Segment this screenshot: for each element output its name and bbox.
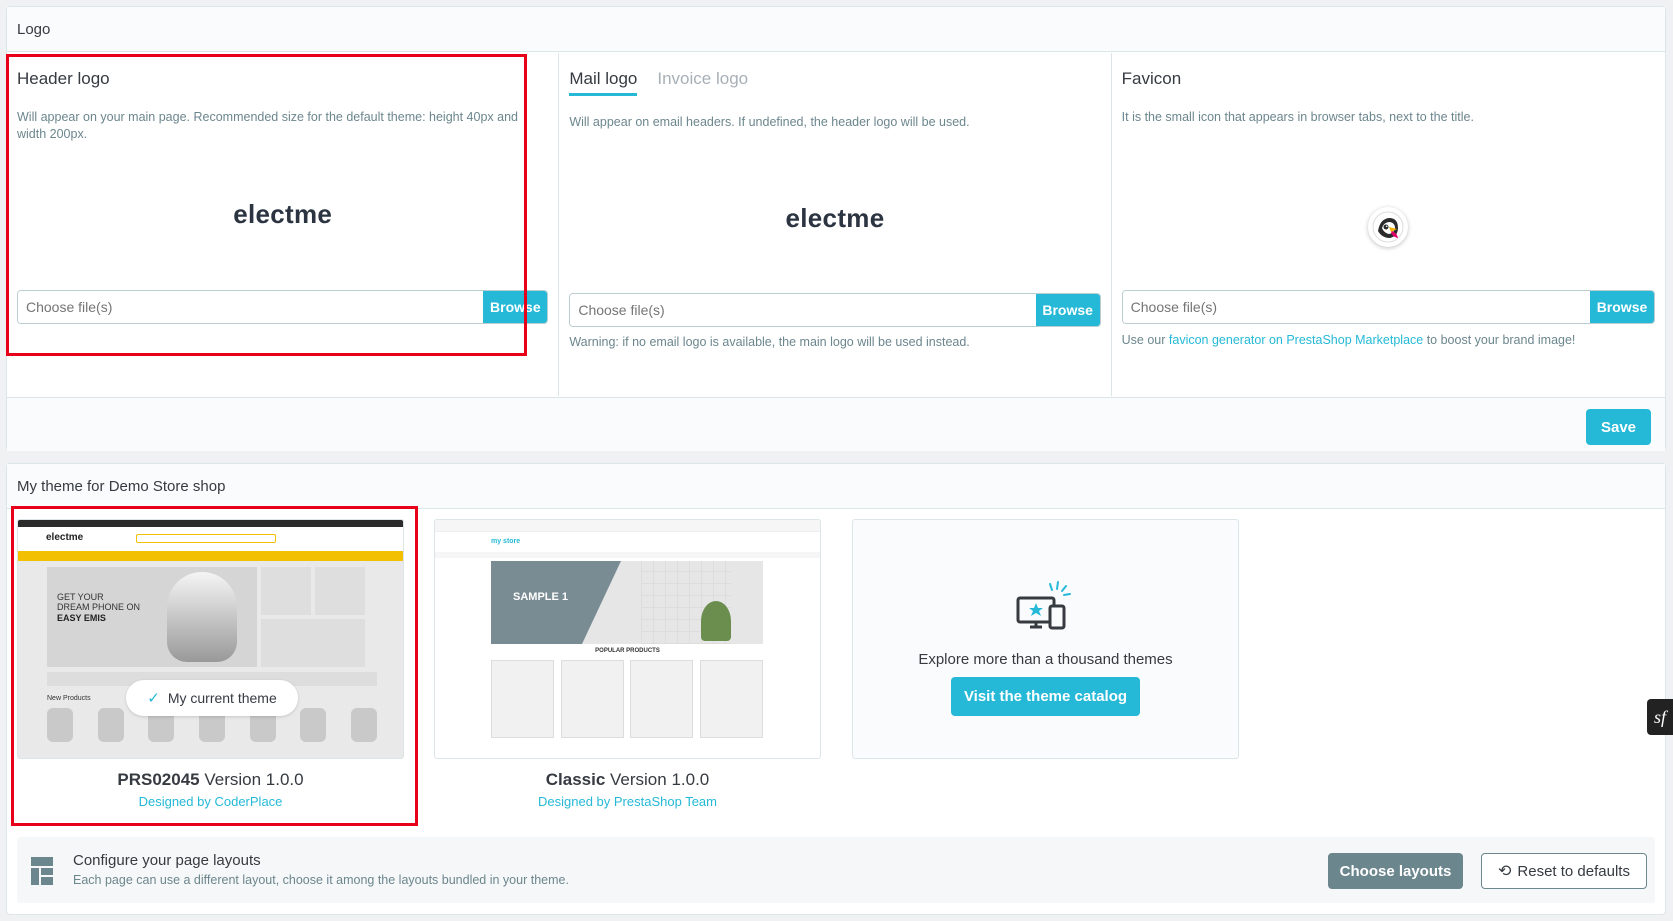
logo-card-footer: Save [7, 397, 1665, 451]
layouts-description: Each page can use a different layout, ch… [73, 873, 569, 887]
favicon-help-prefix: Use our [1121, 333, 1169, 347]
classic-section-title: POPULAR PRODUCTS [595, 648, 660, 654]
explore-themes-box: Explore more than a thousand themes Visi… [852, 519, 1239, 759]
classic-slide-title: SAMPLE 1 [513, 591, 569, 603]
mail-logo-file-input[interactable] [570, 294, 1036, 326]
preview-section-title: New Products [47, 695, 91, 702]
page-layouts-bar: Configure your page layouts Each page ca… [17, 837, 1655, 903]
preview-tile-1 [261, 567, 311, 615]
classic-theme-name: Classic Version 1.0.0 [434, 770, 821, 790]
mail-logo-preview: electme [785, 203, 885, 233]
explore-themes-text: Explore more than a thousand themes [918, 651, 1173, 668]
classic-navbar [435, 552, 820, 558]
mail-logo-tabs: Mail logo Invoice logo [569, 69, 748, 96]
logo-card: Logo Header logo Will appear on your mai… [6, 6, 1666, 451]
save-button[interactable]: Save [1586, 409, 1651, 445]
current-theme-badge: ✓ My current theme [126, 680, 298, 716]
current-theme-name: PRS02045 Version 1.0.0 [17, 770, 404, 790]
tab-invoice-logo[interactable]: Invoice logo [657, 69, 748, 96]
preview-brand: electme [46, 532, 84, 543]
favicon-file-group: Browse [1121, 290, 1655, 324]
preview-tile-3 [261, 619, 365, 667]
logo-card-title: Logo [17, 20, 51, 38]
mail-logo-browse-button[interactable]: Browse [1035, 294, 1100, 326]
reset-label: Reset to defaults [1517, 862, 1630, 880]
header-logo-browse-button[interactable]: Browse [483, 291, 548, 323]
preview-search [136, 534, 276, 543]
logo-columns: Header logo Will appear on your main pag… [7, 53, 1665, 396]
symfony-toolbar-icon[interactable]: sf [1647, 699, 1673, 735]
theme-card: My theme for Demo Store shop electme GET… [6, 463, 1666, 915]
tab-mail-logo[interactable]: Mail logo [569, 69, 638, 96]
logo-card-header: Logo [7, 7, 1665, 52]
header-logo-file-input[interactable] [18, 291, 484, 323]
reset-to-defaults-button[interactable]: ⟲ Reset to defaults [1481, 853, 1647, 889]
header-logo-file-group: Browse [17, 290, 549, 324]
preview-navbar [18, 551, 403, 561]
classic-products [491, 660, 763, 738]
favicon-file-input[interactable] [1122, 291, 1590, 323]
header-logo-title: Header logo [17, 69, 110, 88]
choose-layouts-button[interactable]: Choose layouts [1328, 853, 1463, 889]
current-theme-preview[interactable]: electme GET YOUR DREAM PHONE ON EASY EMI… [17, 519, 404, 759]
classic-theme-preview[interactable]: my store SAMPLE 1 POPULAR PRODUCTS [434, 519, 821, 759]
reset-icon: ⟲ [1498, 863, 1512, 880]
favicon-help: Use our favicon generator on PrestaShop … [1122, 333, 1655, 347]
favicon-title: Favicon [1121, 69, 1182, 88]
current-theme-label: My current theme [167, 690, 277, 706]
favicon-generator-link[interactable]: favicon generator on PrestaShop Marketpl… [1169, 333, 1423, 347]
classic-brand: my store [491, 538, 521, 545]
theme-card-header: My theme for Demo Store shop [7, 464, 1665, 509]
mail-logo-warning: Warning: if no email logo is available, … [569, 335, 970, 349]
layouts-title: Configure your page layouts [73, 852, 261, 869]
favicon-column: Favicon It is the small icon that appear… [1112, 53, 1665, 396]
mail-logo-description: Will appear on email headers. If undefin… [569, 115, 970, 129]
preview-product-image [167, 572, 237, 662]
header-logo-preview: electme [233, 199, 333, 229]
preview-tile-2 [315, 567, 365, 615]
classic-topbar [435, 520, 820, 532]
visit-theme-catalog-button[interactable]: Visit the theme catalog [951, 677, 1140, 716]
theme-card-title: My theme for Demo Store shop [17, 477, 226, 495]
prestashop-puffin-icon [1368, 207, 1409, 247]
preview-headline-1: GET YOUR [57, 592, 104, 602]
classic-theme-title: Classic [545, 770, 606, 789]
current-theme-title: PRS02045 [117, 770, 200, 789]
classic-slide-plant [701, 601, 731, 641]
mail-logo-file-group: Browse [569, 293, 1101, 327]
preview-headline-2: DREAM PHONE ON [57, 602, 141, 612]
preview-topbar [18, 520, 403, 527]
favicon-description: It is the small icon that appears in bro… [1121, 110, 1474, 124]
devices-icon [1016, 580, 1076, 637]
preview-banner: GET YOUR DREAM PHONE ON EASY EMIS [47, 567, 257, 667]
current-theme-version: Version 1.0.0 [204, 770, 304, 789]
header-logo-column: Header logo Will appear on your main pag… [7, 53, 560, 396]
favicon-help-suffix: to boost your brand image! [1423, 333, 1576, 347]
mail-logo-column: Mail logo Invoice logo Will appear on em… [559, 53, 1112, 396]
favicon-browse-button[interactable]: Browse [1589, 291, 1654, 323]
classic-theme-version: Version 1.0.0 [610, 770, 710, 789]
preview-headline-3: EASY EMIS [57, 613, 106, 623]
current-theme-author[interactable]: Designed by CoderPlace [17, 794, 404, 809]
layout-grid-icon [31, 857, 53, 890]
header-logo-description: Will appear on your main page. Recommend… [17, 110, 518, 141]
classic-slider: SAMPLE 1 [491, 561, 763, 644]
check-icon: ✓ [147, 690, 160, 707]
classic-theme-author[interactable]: Designed by PrestaShop Team [434, 794, 821, 809]
preview-header: electme [18, 527, 403, 551]
